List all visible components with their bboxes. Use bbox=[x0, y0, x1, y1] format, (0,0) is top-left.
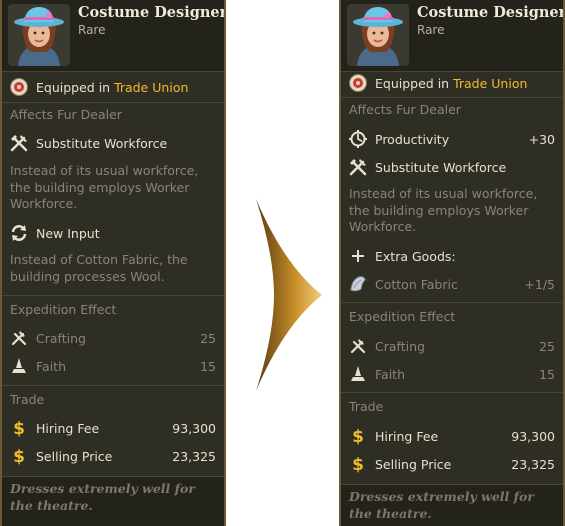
dollar-icon: $ bbox=[8, 417, 30, 439]
divider bbox=[341, 302, 563, 303]
extra-goods-cotton-fabric: Cotton Fabric +1/5 bbox=[347, 273, 555, 295]
divider bbox=[341, 392, 563, 393]
expedition-crafting: Crafting 25 bbox=[8, 327, 216, 349]
trade-selling-price: $ Selling Price 23,325 bbox=[8, 445, 216, 467]
flavor-text: Dresses extremely well for the theatre. bbox=[2, 476, 224, 526]
divider bbox=[2, 385, 224, 386]
equipped-row: Equipped in Trade Union bbox=[8, 76, 216, 98]
effect-title: Substitute Workforce bbox=[36, 135, 168, 151]
tooltip-header: Costume Designer Rare bbox=[2, 0, 224, 72]
trade-union-seal-icon bbox=[347, 72, 369, 94]
equipped-prefix: Equipped in bbox=[375, 75, 450, 91]
dollar-icon: $ bbox=[347, 453, 369, 475]
divider bbox=[2, 102, 224, 103]
faith-icon bbox=[347, 363, 369, 385]
cotton-fabric-icon bbox=[347, 273, 369, 295]
trade-header: Trade bbox=[349, 399, 384, 414]
effect-description: Instead of its usual workforce, the buil… bbox=[10, 163, 199, 211]
effect-title: Substitute Workforce bbox=[375, 159, 507, 175]
portrait-icon bbox=[8, 4, 70, 66]
divider bbox=[341, 97, 563, 98]
divider bbox=[2, 295, 224, 296]
expedition-faith: Faith 15 bbox=[347, 363, 555, 385]
portrait-icon bbox=[347, 4, 409, 66]
specialist-tooltip-after: Costume Designer Rare Equipped in Trade … bbox=[339, 0, 565, 526]
effect-description: Instead of its usual workforce, the buil… bbox=[349, 186, 538, 234]
cycle-arrows-icon bbox=[8, 222, 30, 244]
expedition-crafting: Crafting 25 bbox=[347, 335, 555, 357]
crafting-icon bbox=[8, 327, 30, 349]
trade-selling-price: $ Selling Price 23,325 bbox=[347, 453, 555, 475]
faith-icon bbox=[8, 355, 30, 377]
flavor-text: Dresses extremely well for the theatre. bbox=[341, 484, 563, 526]
affects-label: Affects Fur Dealer bbox=[10, 107, 122, 122]
specialist-name: Costume Designer bbox=[78, 4, 226, 21]
trade-union-seal-icon bbox=[8, 76, 30, 98]
expedition-faith: Faith 15 bbox=[8, 355, 216, 377]
trade-hiring-fee: $ Hiring Fee 93,300 bbox=[347, 425, 555, 447]
effect-title: New Input bbox=[36, 225, 100, 241]
trade-header: Trade bbox=[10, 392, 45, 407]
equipped-place: Trade Union bbox=[114, 79, 189, 95]
svg-text:$: $ bbox=[13, 447, 25, 466]
svg-text:$: $ bbox=[13, 419, 25, 438]
svg-text:$: $ bbox=[352, 427, 364, 446]
equipped-prefix: Equipped in bbox=[36, 79, 111, 95]
effect-productivity: Productivity +30 bbox=[347, 128, 555, 150]
hammer-pick-icon bbox=[347, 156, 369, 178]
equipped-place: Trade Union bbox=[453, 75, 528, 91]
arrow-icon bbox=[256, 199, 322, 391]
hammer-pick-icon bbox=[8, 132, 30, 154]
svg-text:$: $ bbox=[352, 455, 364, 474]
plus-icon bbox=[347, 245, 369, 267]
affects-label: Affects Fur Dealer bbox=[349, 102, 461, 117]
trade-hiring-fee: $ Hiring Fee 93,300 bbox=[8, 417, 216, 439]
effect-substitute-workforce: Substitute Workforce bbox=[8, 132, 216, 154]
effect-description: Instead of Cotton Fabric, the building p… bbox=[10, 252, 188, 284]
dollar-icon: $ bbox=[347, 425, 369, 447]
specialist-tooltip-before: Costume Designer Rare Equipped in Trade … bbox=[0, 0, 226, 526]
tooltip-header: Costume Designer Rare bbox=[341, 0, 563, 72]
crafting-icon bbox=[347, 335, 369, 357]
effect-extra-goods: Extra Goods: bbox=[347, 245, 555, 267]
effect-new-input: New Input bbox=[8, 222, 216, 244]
effect-substitute-workforce: Substitute Workforce bbox=[347, 156, 555, 178]
dollar-icon: $ bbox=[8, 445, 30, 467]
rarity-label: Rare bbox=[417, 23, 445, 37]
specialist-name: Costume Designer bbox=[417, 4, 565, 21]
productivity-gear-icon bbox=[347, 128, 369, 150]
expedition-header: Expedition Effect bbox=[10, 302, 117, 317]
rarity-label: Rare bbox=[78, 23, 106, 37]
equipped-row: Equipped in Trade Union bbox=[347, 72, 555, 94]
expedition-header: Expedition Effect bbox=[349, 309, 456, 324]
